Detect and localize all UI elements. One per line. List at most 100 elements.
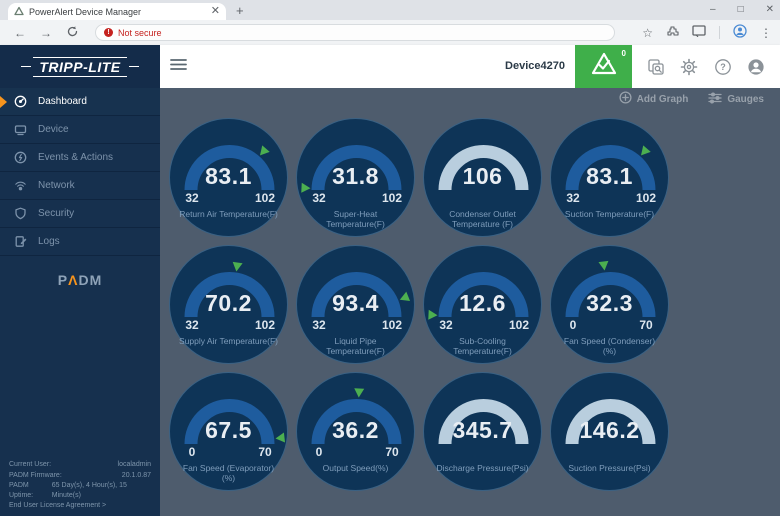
add-graph-button[interactable]: Add Graph xyxy=(619,91,689,107)
help-icon[interactable]: ? xyxy=(714,58,732,76)
poweralert-icon xyxy=(591,52,617,81)
sidebar-item-security[interactable]: Security xyxy=(0,200,160,228)
gauge-name-label: Super-Heat Temperature(F) xyxy=(305,209,406,229)
security-icon xyxy=(14,207,27,220)
gauge-grid: 83.1 32 102 Return Air Temperature(F) 31… xyxy=(160,118,690,491)
gauge-name-label: Suction Pressure(Psi) xyxy=(559,463,660,473)
user-avatar-icon[interactable] xyxy=(747,58,765,76)
tab-favicon-icon xyxy=(14,3,24,21)
gauge-max-label: 102 xyxy=(501,318,537,332)
not-secure-label: Not secure xyxy=(118,28,162,38)
browser-window: PowerAlert Device Manager ✕ + – □ ✕ ← → … xyxy=(0,0,780,516)
sidebar-item-network[interactable]: Network xyxy=(0,172,160,200)
new-tab-button[interactable]: + xyxy=(236,3,244,18)
svg-text:?: ? xyxy=(720,62,726,72)
gauge-value: 345.7 xyxy=(424,417,541,444)
gauge-name-label: Discharge Pressure(Psi) xyxy=(432,463,533,473)
gauge-max-label: 102 xyxy=(374,191,410,205)
sliders-icon xyxy=(708,92,722,107)
gauge-min-label: 32 xyxy=(176,191,208,205)
gauge-name-label: Suction Temperature(F) xyxy=(559,209,660,219)
gauge-super-heat-temperature-f[interactable]: 31.8 32 102 Super-Heat Temperature(F) xyxy=(296,118,415,237)
brand-logo-block: TRIPP-LITE xyxy=(0,45,160,88)
sidebar-item-device[interactable]: Device xyxy=(0,116,160,144)
browser-tab[interactable]: PowerAlert Device Manager ✕ xyxy=(8,3,226,20)
status-row: PADM Uptime:65 Day(s), 4 Hour(s), 15 Min… xyxy=(9,481,151,501)
gauge-name-label: Fan Speed (Evaporator)(%) xyxy=(178,463,279,483)
gauge-pointer-icon xyxy=(231,261,242,271)
gauge-max-label: 102 xyxy=(247,191,283,205)
forward-icon[interactable]: → xyxy=(40,26,52,40)
tab-close-icon[interactable]: ✕ xyxy=(211,6,220,17)
browser-menu-icon[interactable]: ⋮ xyxy=(760,26,772,40)
gauge-min-label: 0 xyxy=(303,445,335,459)
maximize-button[interactable]: □ xyxy=(738,4,744,15)
gauge-name-label: Liquid Pipe Temperature(F) xyxy=(305,336,406,356)
network-icon xyxy=(14,179,27,192)
gauges-button[interactable]: Gauges xyxy=(708,92,764,107)
eula-link[interactable]: End User License Agreement > xyxy=(9,502,151,509)
padm-a-mark: Λ xyxy=(68,272,78,288)
alerts-button[interactable]: 0 xyxy=(575,45,632,88)
gauge-liquid-pipe-temperature-f[interactable]: 93.4 32 102 Liquid Pipe Temperature(F) xyxy=(296,245,415,364)
alarm-count-badge: 0 xyxy=(622,49,626,58)
hamburger-menu-icon[interactable] xyxy=(170,58,187,76)
gauge-value: 83.1 xyxy=(551,163,668,190)
gauge-fan-speed-evaporator[interactable]: 67.5 0 70 Fan Speed (Evaporator)(%) xyxy=(169,372,288,491)
bookmark-star-icon[interactable]: ☆ xyxy=(642,26,653,40)
browser-profile-icon[interactable] xyxy=(733,24,747,41)
gauge-min-label: 32 xyxy=(430,318,462,332)
status-row: PADM Firmware:20.1.0.87 xyxy=(9,471,151,481)
gauge-name-label: Sub-Cooling Temperature(F) xyxy=(432,336,533,356)
gauge-max-label: 70 xyxy=(247,445,283,459)
gauge-min-label: 0 xyxy=(557,318,589,332)
sidebar-item-logs[interactable]: Logs xyxy=(0,228,160,256)
gauge-max-label: 102 xyxy=(374,318,410,332)
gauge-return-air-temperature-f[interactable]: 83.1 32 102 Return Air Temperature(F) xyxy=(169,118,288,237)
dashboard-main: Add Graph Gauges 83.1 32 102 Return Air … xyxy=(160,88,780,516)
settings-gear-icon[interactable] xyxy=(680,58,698,76)
extensions-icon[interactable] xyxy=(666,25,679,41)
sidebar-item-dashboard[interactable]: Dashboard xyxy=(0,88,160,116)
gauge-min-label: 32 xyxy=(176,318,208,332)
devices-icon[interactable] xyxy=(647,58,665,76)
gauge-suction-temperature-f[interactable]: 83.1 32 102 Suction Temperature(F) xyxy=(550,118,669,237)
dashboard-toolbar: Add Graph Gauges xyxy=(160,88,780,110)
add-circle-icon xyxy=(619,91,632,107)
sidebar-item-events-actions[interactable]: Events & Actions xyxy=(0,144,160,172)
gauge-supply-air-temperature-f[interactable]: 70.2 32 102 Supply Air Temperature(F) xyxy=(169,245,288,364)
status-row: Current User:localadmin xyxy=(9,460,151,470)
gauge-value: 146.2 xyxy=(551,417,668,444)
url-omnibox[interactable]: ! Not secure xyxy=(95,24,615,41)
back-icon[interactable]: ← xyxy=(14,26,26,40)
sidebar-status-block: Current User:localadminPADM Firmware:20.… xyxy=(0,455,160,516)
gauge-max-label: 102 xyxy=(628,191,664,205)
minimize-button[interactable]: – xyxy=(710,4,716,15)
gauge-fan-speed-condenser[interactable]: 32.3 0 70 Fan Speed (Condenser)(%) xyxy=(550,245,669,364)
window-close-button[interactable]: ✕ xyxy=(766,4,774,15)
device-name: Device4270 xyxy=(505,60,565,72)
gauge-name-label: Fan Speed (Condenser)(%) xyxy=(559,336,660,356)
events-icon xyxy=(14,151,27,164)
not-secure-icon: ! xyxy=(104,28,113,37)
cast-icon[interactable] xyxy=(692,25,706,40)
gauge-min-label: 32 xyxy=(303,191,335,205)
gauge-value: 106 xyxy=(424,163,541,190)
gauge-sub-cooling-temperature-f[interactable]: 12.6 32 102 Sub-Cooling Temperature(F) xyxy=(423,245,542,364)
gauge-value: 70.2 xyxy=(170,290,287,317)
sidebar: Dashboard Device Events & Actions Networ… xyxy=(0,88,160,516)
gauge-output-speed[interactable]: 36.2 0 70 Output Speed(%) xyxy=(296,372,415,491)
gauge-suction-pressure-psi[interactable]: 146.2 Suction Pressure(Psi) xyxy=(550,372,669,491)
gauge-value: 31.8 xyxy=(297,163,414,190)
gauge-value: 93.4 xyxy=(297,290,414,317)
tab-strip: PowerAlert Device Manager ✕ + – □ ✕ xyxy=(0,0,780,20)
gauge-min-label: 32 xyxy=(303,318,335,332)
gauge-max-label: 70 xyxy=(628,318,664,332)
tab-title: PowerAlert Device Manager xyxy=(29,7,206,17)
gauge-name-label: Output Speed(%) xyxy=(305,463,406,473)
gauge-condenser-outlet-temperature-f[interactable]: 106 Condenser Outlet Temperature (F) xyxy=(423,118,542,237)
app-header: TRIPP-LITE Device4270 0 ? xyxy=(0,45,780,88)
reload-icon[interactable] xyxy=(66,25,79,41)
gauge-discharge-pressure-psi[interactable]: 345.7 Discharge Pressure(Psi) xyxy=(423,372,542,491)
gauge-value: 32.3 xyxy=(551,290,668,317)
